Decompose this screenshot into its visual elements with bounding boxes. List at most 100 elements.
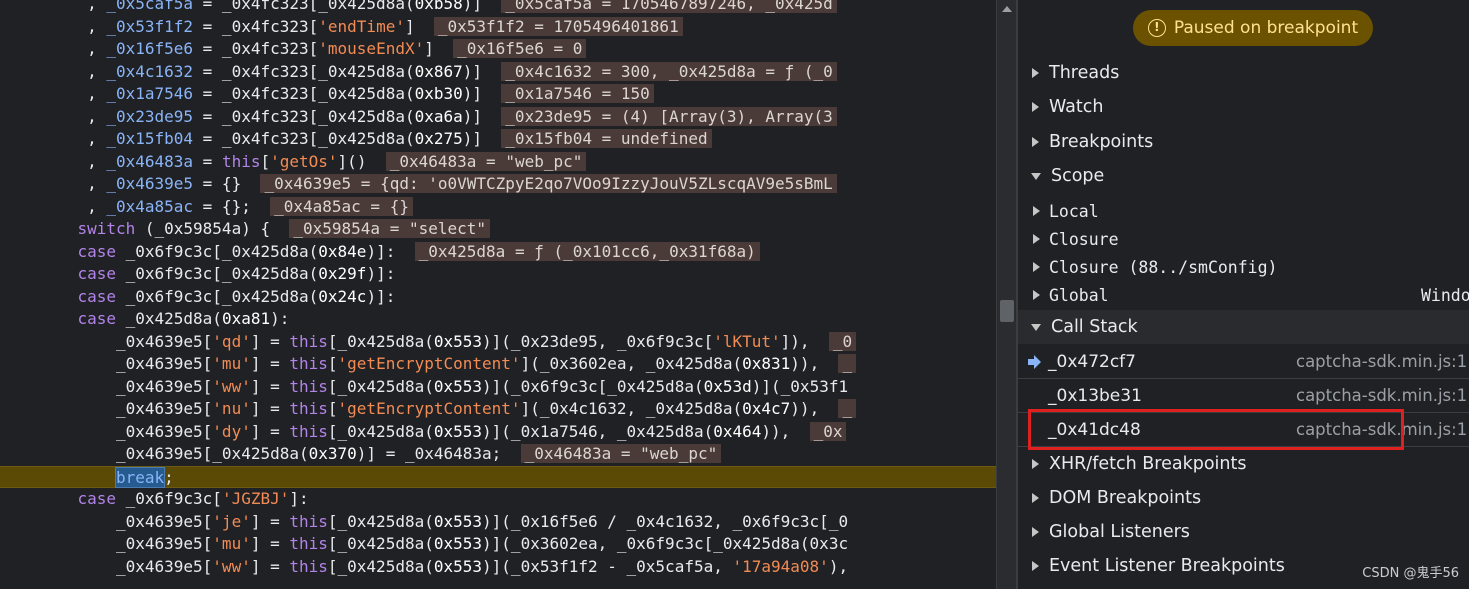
call-frame-location[interactable]: captcha-sdk.min.js:1 xyxy=(1296,352,1467,371)
code-token: _0x15fb04 xyxy=(106,129,194,148)
code-token: 'je' xyxy=(212,511,251,531)
section-dom-breakpoints[interactable]: DOM Breakpoints xyxy=(1018,481,1469,515)
code-token: 0x370 xyxy=(308,444,357,463)
section-label: Event Listener Breakpoints xyxy=(1049,556,1285,576)
code-line[interactable]: _0x4639e5['je'] = this[_0x425d8a(0x553)]… xyxy=(0,511,996,534)
scope-closure-smconfig[interactable]: Closure (88../smConfig) xyxy=(1018,253,1469,281)
inline-value: _0x4a85ac = {} xyxy=(270,196,413,216)
code-token: '17a94a08' xyxy=(732,556,829,576)
code-token: [ xyxy=(260,151,271,171)
code-line[interactable]: , _0x23de95 = _0x4fc323[_0x425d8a(0xa6a)… xyxy=(0,106,996,129)
code-line[interactable]: , _0x1a7546 = _0x4fc323[_0x425d8a(0xb30)… xyxy=(0,83,996,106)
expand-arrow-icon xyxy=(1032,561,1039,571)
code-token: [_0x425d8a( xyxy=(327,534,434,553)
code-token: 'JGZBJ' xyxy=(221,489,290,508)
code-line-current[interactable]: break; xyxy=(0,465,996,488)
section-watch[interactable]: Watch xyxy=(1018,90,1469,124)
inline-value: _0x15fb04 = undefined xyxy=(501,129,712,148)
expand-arrow-icon xyxy=(1033,290,1040,300)
section-label: Global Listeners xyxy=(1049,522,1190,542)
code-line[interactable]: , _0x5caf5a = _0x4fc323[_0x425d8a(0xb58)… xyxy=(0,0,996,16)
code-token: , xyxy=(10,196,107,216)
code-token: ; xyxy=(164,467,174,487)
code-token: [_0x425d8a( xyxy=(327,421,434,441)
code-line[interactable]: _0x4639e5[_0x425d8a(0x370)] = _0x46483a;… xyxy=(0,443,996,466)
code-line[interactable]: case _0x6f9c3c[_0x425d8a(0x24c)]: xyxy=(0,286,996,309)
code-line[interactable]: switch (_0x59854a) { _0x59854a = "select… xyxy=(0,218,996,241)
code-token: 0x4c7 xyxy=(742,399,791,418)
section-breakpoints[interactable]: Breakpoints xyxy=(1018,125,1469,159)
scope-global[interactable]: Global Windo xyxy=(1018,281,1469,309)
scroll-up-arrow-icon[interactable] xyxy=(1002,6,1012,12)
code-line[interactable]: case _0x425d8a(0xa81): xyxy=(0,308,996,331)
code-line[interactable]: _0x4639e5['mu'] = this[_0x425d8a(0x553)]… xyxy=(0,533,996,556)
code-token: )] = _0x46483a; xyxy=(356,444,521,463)
code-line[interactable]: _0x4639e5['nu'] = this['getEncryptConten… xyxy=(0,398,996,421)
call-frame-current[interactable]: _0x472cf7 captcha-sdk.min.js:1 xyxy=(1018,345,1469,379)
scope-name: Local xyxy=(1049,201,1099,221)
code-line[interactable]: _0x4639e5['dy'] = this[_0x425d8a(0x553)]… xyxy=(0,421,996,444)
editor-scrollbar[interactable] xyxy=(996,0,1016,589)
code-line[interactable]: case _0x6f9c3c[_0x425d8a(0x29f)]: xyxy=(0,263,996,286)
code-line[interactable]: , _0x46483a = this['getOs']() _0x46483a … xyxy=(0,151,996,174)
code-line[interactable]: , _0x4a85ac = {}; _0x4a85ac = {} xyxy=(0,196,996,219)
code-token: 'nu' xyxy=(212,399,251,418)
code-token: case xyxy=(77,489,116,508)
code-token: this xyxy=(289,534,328,553)
section-xhr-breakpoints[interactable]: XHR/fetch Breakpoints xyxy=(1018,447,1469,481)
code-token: _0x4639e5[ xyxy=(10,331,213,351)
code-token: , xyxy=(10,84,107,103)
code-token: _0x4639e5[ xyxy=(10,556,213,576)
code-token: ), xyxy=(828,556,849,576)
scope-value: Windo xyxy=(1421,285,1469,305)
code-token: )), xyxy=(790,399,839,418)
expand-arrow-icon xyxy=(1033,206,1040,216)
inline-value: _0x1a7546 = 150 xyxy=(501,84,654,103)
inline-value: _0x4c1632 = 300, _0x425d8a = ƒ (_0 xyxy=(501,61,837,81)
section-call-stack[interactable]: Call Stack xyxy=(1018,310,1469,344)
section-scope[interactable]: Scope xyxy=(1018,159,1469,193)
code-token: _0x6f9c3c[_0x425d8a( xyxy=(115,264,319,283)
scrollbar-thumb[interactable] xyxy=(1000,300,1014,322)
code-line[interactable]: , _0x4c1632 = _0x4fc323[_0x425d8a(0x867)… xyxy=(0,61,996,84)
code-token: 0x24c xyxy=(318,286,367,306)
code-line[interactable]: _0x4639e5['ww'] = this[_0x425d8a(0x553)]… xyxy=(0,556,996,579)
scope-local[interactable]: Local xyxy=(1018,197,1469,225)
code-token: 0x464 xyxy=(713,421,762,441)
inline-value: _0x46483a = "web_pc" xyxy=(520,444,722,463)
code-token: )] xyxy=(462,84,502,103)
scope-closure[interactable]: Closure xyxy=(1018,225,1469,253)
code-token: 0xb58 xyxy=(414,0,463,13)
code-token: ] = xyxy=(250,331,290,351)
code-line[interactable]: case _0x6f9c3c['JGZBJ']: xyxy=(0,488,996,511)
code-token: )](_0x23de95, _0x6f9c3c[ xyxy=(482,331,714,351)
code-token: )]: xyxy=(366,264,396,283)
code-token: = _0x4fc323[_0x425d8a( xyxy=(193,129,415,148)
code-line[interactable]: _0x4639e5['qd'] = this[_0x425d8a(0x553)]… xyxy=(0,331,996,354)
inline-value: _0x53f1f2 = 1705496401861 xyxy=(433,16,683,36)
call-frame[interactable]: _0x13be31 captcha-sdk.min.js:1 xyxy=(1018,379,1469,413)
code-token: 'getEncryptContent' xyxy=(337,354,521,373)
code-line[interactable]: , _0x53f1f2 = _0x4fc323['endTime'] _0x53… xyxy=(0,16,996,39)
code-token: = {} xyxy=(193,174,261,193)
code-line[interactable]: _0x4639e5['ww'] = this[_0x425d8a(0x553)]… xyxy=(0,376,996,399)
code-token: _0x4639e5[ xyxy=(10,376,213,396)
code-token: 'mu' xyxy=(212,354,251,373)
code-line[interactable]: , _0x15fb04 = _0x4fc323[_0x425d8a(0x275)… xyxy=(0,128,996,151)
code-line[interactable]: case _0x6f9c3c[_0x425d8a(0x84e)]: _0x425… xyxy=(0,241,996,264)
code-token: _0x4639e5 xyxy=(106,174,194,193)
call-frame-location[interactable]: captcha-sdk.min.js:1 xyxy=(1296,386,1467,405)
inline-value: _0x23de95 = (4) [Array(3), Array(3 xyxy=(501,106,837,126)
code-token: )](_0x3602ea, _0x6f9c3c[_0x425d8a(0x3c xyxy=(482,534,849,553)
code-token: ]: xyxy=(289,489,309,508)
code-line[interactable]: _0x4639e5['mu'] = this['getEncryptConten… xyxy=(0,353,996,376)
code-token: 0xa6a xyxy=(414,106,463,126)
code-line[interactable]: , _0x4639e5 = {} _0x4639e5 = {qd: 'o0VWT… xyxy=(0,173,996,196)
collapse-arrow-icon xyxy=(1031,172,1041,180)
inline-value: _0x425d8a = ƒ (_0x101cc6,_0x31f68a) xyxy=(414,241,760,261)
code-editor[interactable]: , _0x5caf5a = _0x4fc323[_0x425d8a(0xb58)… xyxy=(0,0,996,589)
code-token: this xyxy=(289,376,328,396)
code-line[interactable]: , _0x16f5e6 = _0x4fc323['mouseEndX'] _0x… xyxy=(0,38,996,61)
section-global-listeners[interactable]: Global Listeners xyxy=(1018,515,1469,549)
section-threads[interactable]: Threads xyxy=(1018,56,1469,90)
